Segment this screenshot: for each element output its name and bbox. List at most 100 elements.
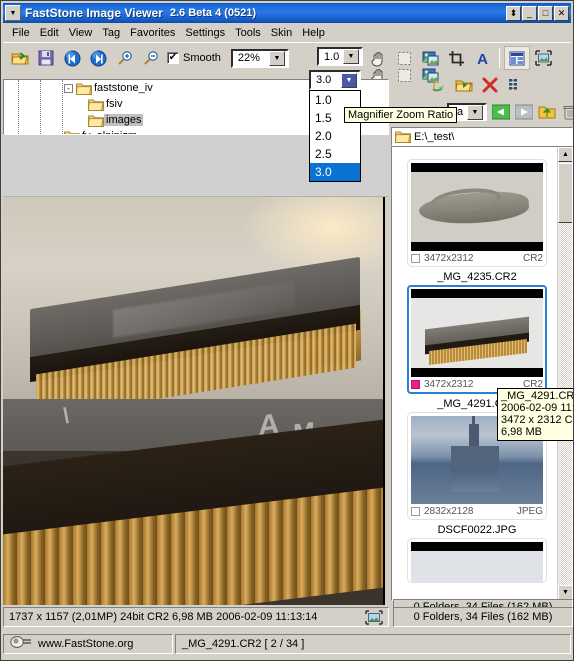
thumbnail-filename: DSCF0022.JPG <box>437 524 517 536</box>
magnifier-ratio-combo[interactable]: 1.0 ▼ <box>317 47 363 66</box>
menu-bar: File Edit View Tag Favorites Settings To… <box>3 24 571 41</box>
tooltip-filename: _MG_4291.CR2 <box>501 390 574 402</box>
delete-icon[interactable] <box>477 73 503 97</box>
menu-file[interactable]: File <box>7 26 35 40</box>
chevron-down-icon[interactable]: ▼ <box>343 49 359 64</box>
window-controls: ⬍ _ □ ✕ <box>506 5 569 21</box>
thumbnail-meta: 2832х2128 JPEG <box>411 504 543 519</box>
path-bar[interactable]: E:\_test\ <box>391 127 573 146</box>
trash-icon[interactable] <box>560 102 573 121</box>
navigation-buttons <box>491 102 573 121</box>
current-file-label: _MG_4291.CR2 [ 2 / 34 ] <box>182 637 305 650</box>
menu-view[interactable]: View <box>64 26 98 40</box>
thumbnail-item[interactable]: 3472х2312 CR2 <box>407 159 547 267</box>
thumbnail-image[interactable] <box>411 542 543 582</box>
chevron-down-icon[interactable]: ▼ <box>268 50 285 66</box>
list-view-icon[interactable] <box>503 73 529 97</box>
tree-node-label-selected: images <box>104 114 144 126</box>
window-version: 2.6 Beta 4 (0521) <box>169 7 257 19</box>
file-info-tooltip: _MG_4291.CR2 2006-02-09 11: 3472 x 2312 … <box>497 388 574 441</box>
thumbnail-dimensions: 2832х2128 <box>424 506 474 517</box>
close-button[interactable]: ✕ <box>554 5 569 21</box>
system-menu-icon[interactable]: ▼ <box>5 5 21 21</box>
tooltip-filesize: 6,98 MB <box>501 426 542 438</box>
magnifier-ratio-dropdown[interactable]: 1.0 1.5 2.0 2.5 3.0 <box>309 90 361 182</box>
menu-tools[interactable]: Tools <box>230 26 266 40</box>
chevron-down-icon[interactable]: ▼ <box>467 104 483 120</box>
thumbnail-art <box>411 163 543 251</box>
thumbnail-browser[interactable]: 3472х2312 CR2 _MG_4235.CR2 3472х2312 CR2 <box>391 146 573 601</box>
thumbnail-scrollbar[interactable]: ▲ ▼ <box>557 147 572 600</box>
zoom-out-icon[interactable] <box>137 46 163 70</box>
thumbnail-item-selected[interactable]: 3472х2312 CR2 <box>407 285 547 394</box>
thumbnail-format: CR2 <box>522 253 543 264</box>
up-folder-icon[interactable] <box>537 102 557 121</box>
smooth-checkbox-box[interactable]: ✔ <box>167 52 179 64</box>
thumbnail-item-partial[interactable] <box>407 538 547 583</box>
dropdown-option-2-0[interactable]: 2.0 <box>310 127 360 145</box>
current-file-cell: _MG_4291.CR2 [ 2 / 34 ] <box>175 633 571 654</box>
main-photo <box>3 197 383 419</box>
rollup-button[interactable]: ⬍ <box>506 5 521 21</box>
thumbnail-image[interactable] <box>411 163 543 251</box>
export-icon[interactable] <box>451 73 477 97</box>
menu-edit[interactable]: Edit <box>35 26 64 40</box>
thumbnail-art-shape <box>451 468 499 492</box>
scroll-up-button[interactable]: ▲ <box>558 147 572 162</box>
thumbnail-filename: _MG_4235.CR2 <box>437 271 517 283</box>
folder-icon <box>75 82 92 95</box>
back-arrow-icon[interactable] <box>491 102 511 121</box>
text-tool-icon[interactable]: A <box>469 46 495 70</box>
tree-expander-icon[interactable]: - <box>64 83 73 93</box>
current-path: E:\_test\ <box>414 130 455 143</box>
scrollbar-thumb[interactable] <box>558 163 572 223</box>
open-folder-icon[interactable] <box>7 46 33 70</box>
menu-help[interactable]: Help <box>297 26 330 40</box>
thumbnail-art-shape <box>451 446 499 468</box>
thumbnail-meta: 3472х2312 CR2 <box>411 251 543 266</box>
thumbnail-image[interactable] <box>411 289 543 377</box>
thumbnail-dimensions: 3472х2312 <box>424 253 474 264</box>
thumbnail-tag-checkbox[interactable] <box>411 507 420 516</box>
tooltip-dimensions: 3472 x 2312 CI <box>501 414 574 426</box>
thumbnail-tag-checkbox-checked[interactable] <box>411 380 420 389</box>
next-image-icon[interactable] <box>85 46 111 70</box>
crop-icon[interactable] <box>443 46 469 70</box>
minimize-button[interactable]: _ <box>522 5 537 21</box>
dropdown-option-2-5[interactable]: 2.5 <box>310 145 360 163</box>
scroll-down-button[interactable]: ▼ <box>558 585 572 600</box>
image-info-text: 1737 x 1157 (2,01MP) 24bit CR2 6,98 MB 2… <box>9 611 318 623</box>
previous-image-icon[interactable] <box>59 46 85 70</box>
menu-skin[interactable]: Skin <box>266 26 297 40</box>
fullscreen-icon[interactable] <box>530 46 556 70</box>
save-icon[interactable] <box>33 46 59 70</box>
zoom-in-icon[interactable] <box>111 46 137 70</box>
magnifier-engraving: \ <box>63 402 70 429</box>
zoom-percent-combo[interactable]: 22% ▼ <box>230 48 289 68</box>
menu-tag[interactable]: Tag <box>97 26 125 40</box>
folder-icon <box>87 98 104 111</box>
chevron-down-icon[interactable]: ▼ <box>341 72 357 88</box>
menu-favorites[interactable]: Favorites <box>125 26 180 40</box>
image-view[interactable]: A M \ <box>3 197 389 605</box>
rotate-icon[interactable] <box>425 73 451 97</box>
folder-icon <box>87 114 104 127</box>
image-view-gutter <box>385 197 389 605</box>
marquee-select-icon[interactable] <box>391 63 417 87</box>
folder-icon <box>394 130 411 143</box>
maximize-button[interactable]: □ <box>538 5 553 21</box>
tooltip-date: 2006-02-09 11: <box>501 402 574 414</box>
dropdown-option-3-0[interactable]: 3.0 <box>310 163 360 181</box>
magnifier-tooltip: Magnifier Zoom Ratio <box>344 107 458 123</box>
menu-settings[interactable]: Settings <box>180 26 230 40</box>
thumbnail-tag-checkbox[interactable] <box>411 254 420 263</box>
website-cell[interactable]: www.FastStone.org <box>3 633 173 654</box>
contact-sheet-icon[interactable] <box>504 46 530 70</box>
smooth-checkbox[interactable]: ✔ Smooth <box>167 52 221 64</box>
folder-status-bar: 0 Folders, 34 Files (162 MB) <box>393 607 573 627</box>
image-status-bar: 1737 x 1157 (2,01MP) 24bit CR2 6,98 MB 2… <box>3 607 389 627</box>
fit-to-window-icon[interactable] <box>364 609 384 625</box>
thumbnail-art <box>411 542 543 582</box>
magnifier-ratio-combo-open[interactable]: 3.0 ▼ <box>309 70 361 90</box>
forward-arrow-icon[interactable] <box>514 102 534 121</box>
